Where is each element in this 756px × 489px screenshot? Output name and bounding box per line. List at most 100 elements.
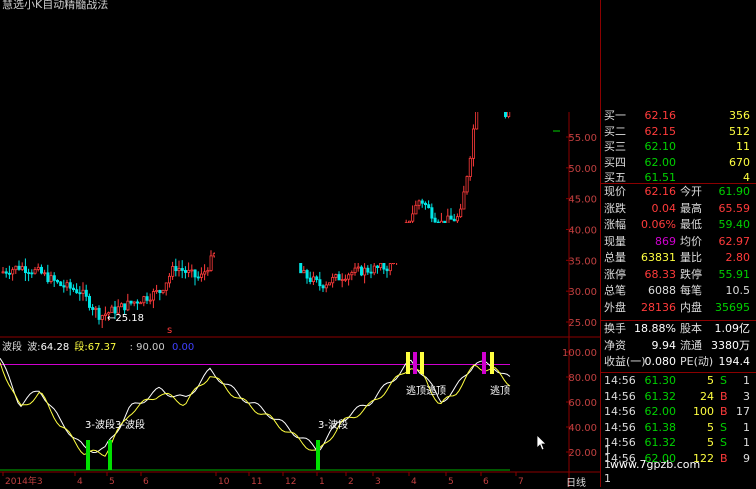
quote-row[interactable]: 涨跌 0.04 最高 65.59: [604, 201, 754, 217]
orderbook-row[interactable]: 买一 62.16 356: [604, 108, 754, 124]
orderbook-row[interactable]: 买二 62.15 512: [604, 124, 754, 140]
quote-row[interactable]: 涨停 68.33 跌停 55.91: [604, 267, 754, 283]
quote-row[interactable]: 涨幅 0.06% 最低 59.40: [604, 217, 754, 233]
candle-body: [20, 266, 24, 270]
candle-body: [171, 266, 175, 277]
trade-row[interactable]: 1: [604, 471, 754, 487]
candle-body: [174, 266, 178, 272]
candle-body: [366, 267, 370, 273]
candle-body: [148, 299, 152, 302]
candle-body: [206, 270, 210, 273]
sell-signal-bar: [420, 352, 424, 374]
date-tick-label: 1: [319, 477, 325, 487]
quote-value: 6088: [648, 284, 676, 297]
quote-row[interactable]: 总笔 6088 每笔 10.5: [604, 283, 754, 299]
candle-body: [327, 282, 331, 286]
candle-body: [30, 272, 34, 275]
orderbook-row[interactable]: 买三 62.10 11: [604, 139, 754, 155]
date-tick-label: 7: [518, 477, 524, 487]
date-tick-label: 4: [411, 477, 417, 487]
candle-body: [56, 280, 60, 283]
trade-count: 3: [743, 389, 750, 403]
candle-body: [145, 296, 149, 301]
bid-label: 买四: [604, 155, 626, 169]
candle-body: [350, 272, 354, 276]
trade-row[interactable]: 14:56 61.30 5 S 1: [604, 373, 754, 389]
candle-body: [65, 282, 69, 288]
quote-value: 10.5: [725, 284, 751, 297]
candle-body: [427, 204, 431, 209]
fundamental-row[interactable]: 收益(一) 0.080 PE(动) 194.4: [604, 354, 754, 370]
quote-value: 65.59: [718, 201, 751, 215]
candle-body: [190, 269, 194, 272]
candle-body: [120, 303, 124, 308]
price-tick-label: 55.00: [568, 133, 597, 144]
date-tick-label: 2: [348, 477, 354, 487]
fundamental-row[interactable]: 净资 9.94 流通 3380万: [604, 338, 754, 354]
quote-row[interactable]: 外盘 28136 内盘 35695: [604, 300, 754, 316]
trade-volume: 5: [707, 374, 714, 387]
low-price-marker: ←25.18: [107, 313, 145, 324]
candle-body: [305, 270, 309, 279]
quote-value: 0.04: [651, 201, 677, 215]
candle-body: [155, 290, 159, 292]
candle-body: [36, 266, 40, 270]
quote-row[interactable]: 现价 62.16 今开 61.90: [604, 184, 754, 200]
candle-body: [78, 292, 82, 295]
candle-body: [62, 285, 66, 288]
trade-price: 61.38: [644, 420, 677, 434]
blank-overlay: [428, 0, 600, 112]
candle-body: [324, 284, 328, 289]
candle-body: [411, 213, 415, 222]
fund-label: 流通: [680, 338, 702, 352]
candle-body: [471, 128, 475, 159]
quote-value: 59.40: [718, 218, 751, 231]
s-marker: s: [167, 325, 173, 336]
fund-value: 1.09亿: [714, 322, 751, 335]
candle-body: [59, 281, 63, 287]
candle-body: [164, 282, 168, 291]
price-tick-label: 40.00: [568, 226, 597, 237]
candle-body: [433, 217, 437, 223]
quote-row[interactable]: 总量 63831 量比 2.80: [604, 250, 754, 266]
window-title: 慧选小K自动精髓战法: [2, 0, 109, 11]
quote-row[interactable]: 现量 869 均价 62.97: [604, 234, 754, 250]
candle-body: [459, 208, 463, 218]
fundamental-row[interactable]: 换手 18.88% 股本 1.09亿: [604, 321, 754, 337]
blank-overlay-2: [215, 223, 540, 263]
quote-label: 现量: [604, 234, 626, 248]
candle-body: [75, 289, 79, 294]
date-tick-label: 2014年3: [5, 475, 43, 487]
candle-body: [183, 270, 187, 273]
top-escape-annotation-1: 逃顶逃顶: [406, 386, 446, 397]
candle-body: [468, 157, 472, 177]
price-tick-label: 50.00: [568, 164, 597, 175]
candle-body: [81, 289, 85, 294]
candle-body: [331, 277, 335, 284]
candle-body: [46, 272, 50, 283]
watermark: www.7gpzb.com: [610, 458, 701, 471]
candle-body: [135, 301, 139, 304]
candle-body: [94, 307, 98, 310]
candle-body: [462, 191, 466, 210]
candle-body: [177, 268, 181, 272]
fund-value: 9.94: [651, 338, 677, 352]
candle-body: [4, 271, 8, 274]
trade-row[interactable]: 14:56 62.00 100 B 17: [604, 404, 754, 420]
candle-body: [375, 265, 379, 268]
buy-signal-bar: [108, 440, 112, 470]
bid-volume: 670: [729, 155, 750, 169]
candle-body: [302, 270, 306, 274]
sell-signal-bar: [413, 352, 417, 374]
candle-body: [100, 315, 104, 320]
quote-value: 869: [655, 234, 676, 248]
trade-row[interactable]: 14:56 61.32 24 B 3: [604, 389, 754, 405]
buy-signal-bar: [86, 440, 90, 470]
quote-value: 63831: [641, 251, 676, 264]
sell-signal-bar: [482, 352, 486, 374]
date-tick-label: 3: [375, 477, 381, 487]
orderbook-row[interactable]: 买四 62.00 670: [604, 155, 754, 171]
trade-row[interactable]: 14:56 61.38 5 S 1: [604, 420, 754, 436]
candle-body: [1, 271, 5, 274]
top-escape-annotation-2: 逃顶: [490, 386, 510, 397]
